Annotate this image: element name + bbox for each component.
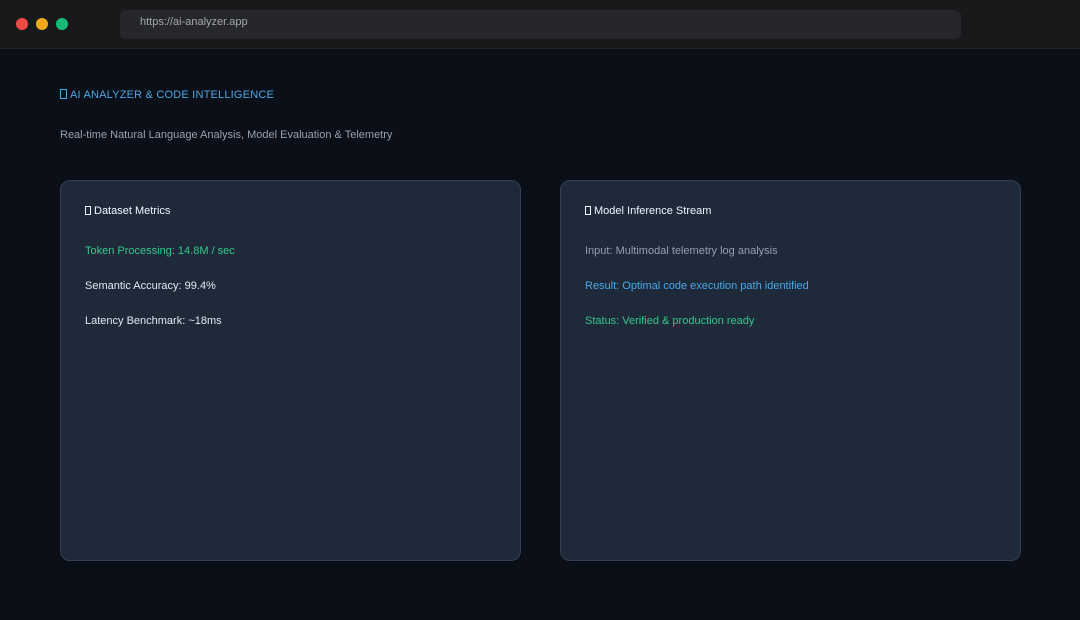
close-window-button[interactable] xyxy=(16,18,28,30)
inference-result-line: Result: Optimal code execution path iden… xyxy=(585,280,809,292)
page-content: AI ANALYZER & CODE INTELLIGENCE Real-tim… xyxy=(0,49,1080,620)
latency-benchmark-metric: Latency Benchmark: ~18ms xyxy=(85,315,222,327)
inference-status-line: Status: Verified & production ready xyxy=(585,315,755,327)
page-title: AI ANALYZER & CODE INTELLIGENCE xyxy=(60,89,274,101)
panel-title: Model Inference Stream xyxy=(585,205,711,217)
browser-window: https://ai-analyzer.app AI ANALYZER & CO… xyxy=(0,0,1080,620)
address-bar-url[interactable]: https://ai-analyzer.app xyxy=(140,16,248,28)
dataset-metrics-panel: Dataset Metrics Token Processing: 14.8M … xyxy=(60,180,521,561)
box-glyph-icon xyxy=(85,206,91,215)
panel-title: Dataset Metrics xyxy=(85,205,170,217)
inference-input-line: Input: Multimodal telemetry log analysis xyxy=(585,245,778,257)
page-title-text: AI ANALYZER & CODE INTELLIGENCE xyxy=(70,89,275,101)
panel-title-text: Dataset Metrics xyxy=(94,205,171,217)
address-bar[interactable]: https://ai-analyzer.app xyxy=(120,10,961,39)
model-inference-panel: Model Inference Stream Input: Multimodal… xyxy=(560,180,1021,561)
semantic-accuracy-metric: Semantic Accuracy: 99.4% xyxy=(85,280,216,292)
box-glyph-icon xyxy=(585,206,591,215)
panel-title-text: Model Inference Stream xyxy=(594,205,712,217)
box-glyph-icon xyxy=(60,89,67,99)
token-processing-metric: Token Processing: 14.8M / sec xyxy=(85,245,235,257)
browser-titlebar: https://ai-analyzer.app xyxy=(0,0,1080,49)
page-subtitle: Real-time Natural Language Analysis, Mod… xyxy=(60,129,393,141)
maximize-window-button[interactable] xyxy=(56,18,68,30)
minimize-window-button[interactable] xyxy=(36,18,48,30)
